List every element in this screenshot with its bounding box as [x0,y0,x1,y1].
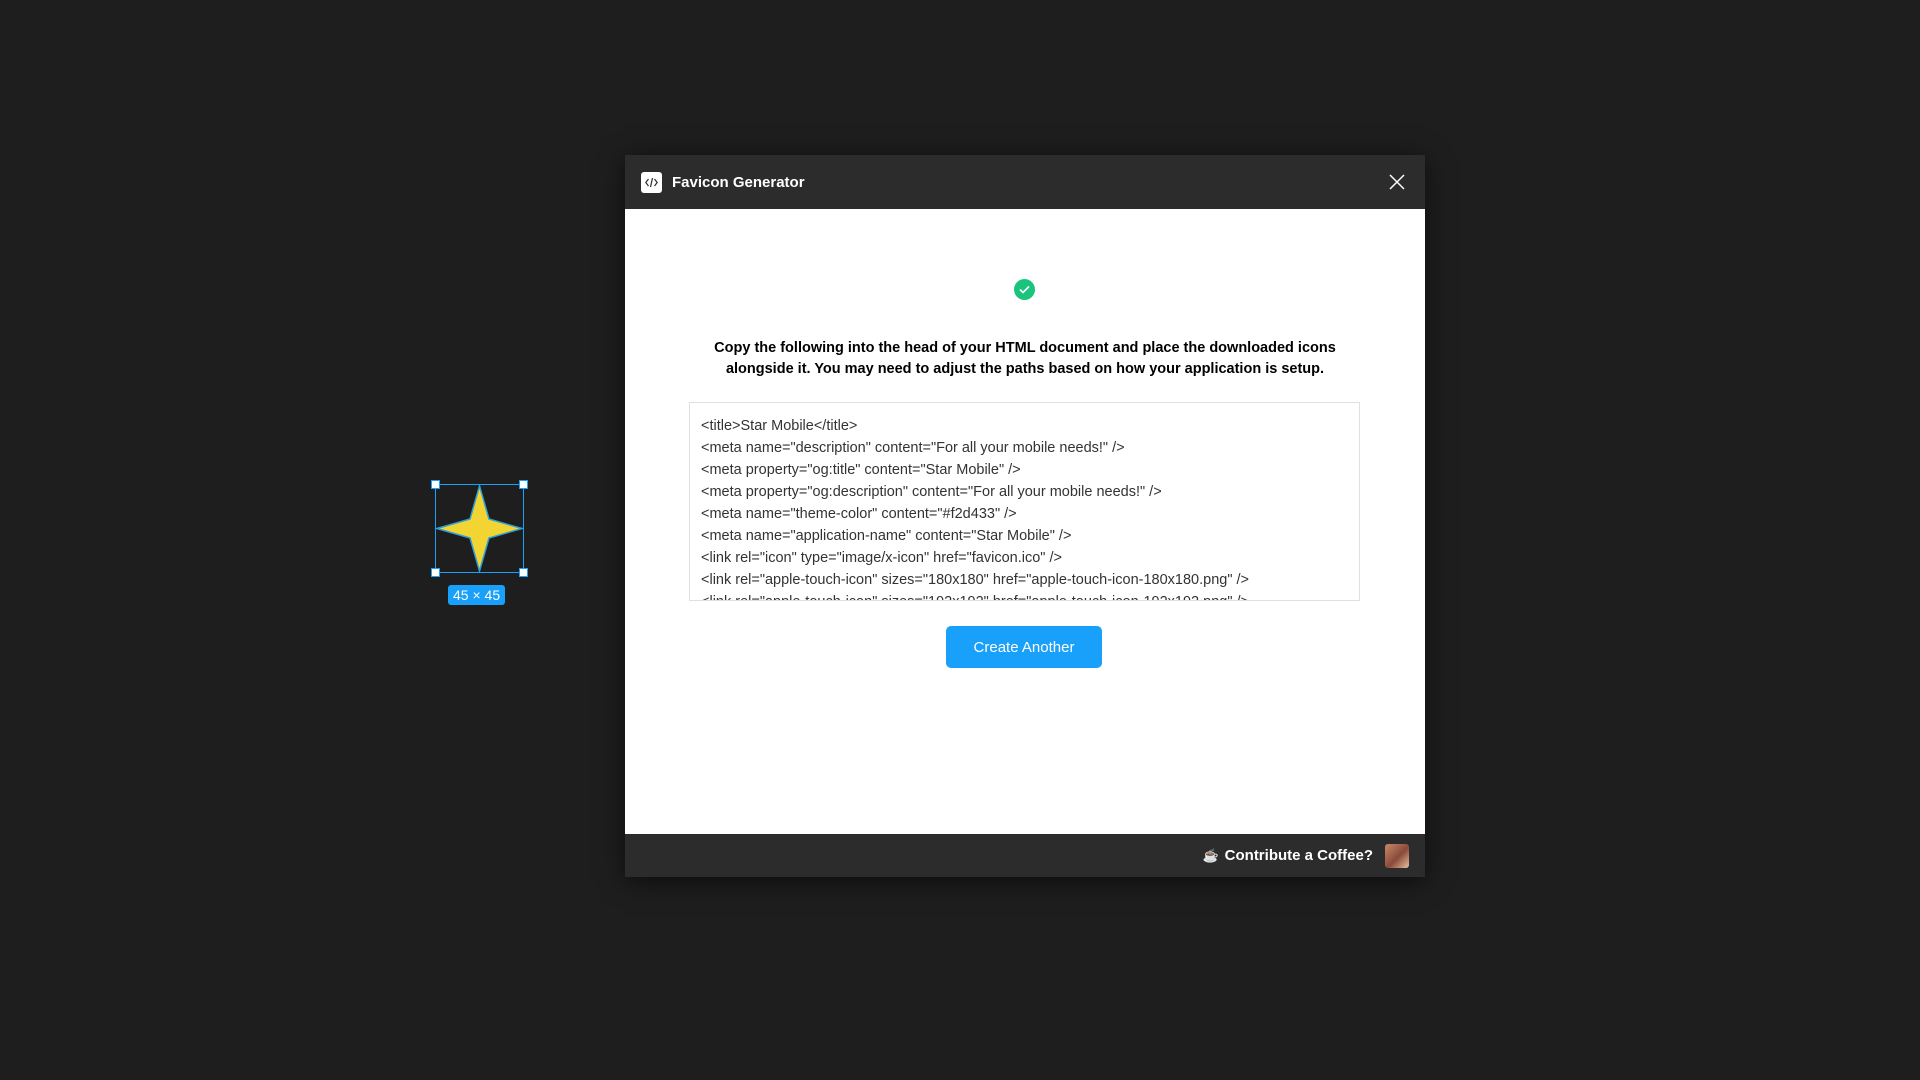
code-line: <meta name="theme-color" content="#f2d43… [701,506,1017,522]
create-another-button[interactable]: Create Another [946,626,1102,668]
selection-box [435,484,524,573]
plugin-window: Favicon Generator Copy the following int… [625,155,1425,877]
code-line: <link rel="apple-touch-icon" sizes="180x… [701,572,1249,588]
selected-star-layer[interactable] [431,480,528,577]
contribute-coffee-link[interactable]: ☕ Contribute a Coffee? [1202,847,1373,864]
resize-handle-bottom-right[interactable] [519,568,528,577]
code-line: <meta name="description" content="For al… [701,440,1125,456]
window-footer: ☕ Contribute a Coffee? [625,834,1425,877]
close-button[interactable] [1385,170,1409,194]
code-line: <title>Star Mobile</title> [701,418,858,434]
code-line: <link rel="icon" type="image/x-icon" hre… [701,550,1062,566]
code-line: <link rel="apple-touch-icon" sizes="192x… [701,591,1348,600]
plugin-content: Copy the following into the head of your… [625,209,1425,833]
instructions-text: Copy the following into the head of your… [714,340,1336,377]
coffee-cup-icon: ☕ [1202,847,1219,863]
code-line: <meta property="og:title" content="Star … [701,462,1021,478]
avatar[interactable] [1385,843,1409,868]
resize-handle-top-left[interactable] [431,480,440,489]
window-title: Favicon Generator [672,173,805,191]
coffee-label: Contribute a Coffee? [1224,847,1373,864]
code-snippet-box[interactable]: <title>Star Mobile</title> <meta name="d… [689,402,1360,601]
code-brackets-icon [641,171,662,193]
window-titlebar[interactable]: Favicon Generator [625,155,1425,209]
resize-handle-bottom-left[interactable] [431,568,440,577]
resize-handle-top-right[interactable] [519,480,528,489]
code-line: <meta name="application-name" content="S… [701,528,1072,544]
code-line: <meta property="og:description" content=… [701,484,1162,500]
check-circle-icon [1014,279,1035,300]
selection-size-badge: 45 × 45 [448,585,506,605]
close-icon [1389,174,1405,190]
design-canvas[interactable]: 45 × 45 Favicon Generator Copy the follo… [0,0,1920,1080]
